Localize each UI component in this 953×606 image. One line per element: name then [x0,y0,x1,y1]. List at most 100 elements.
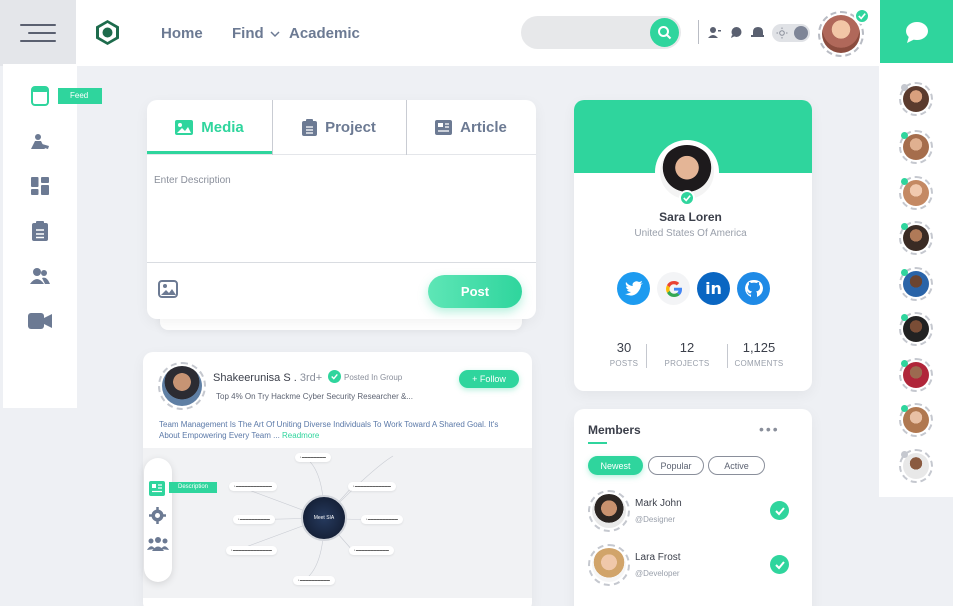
top-bar: Home Find Academic [0,0,880,66]
chat-bubble-icon [905,21,928,43]
online-users-sidebar [879,63,953,497]
mindmap-node: ▪ ▬▬▬▬▬▬▬▬▬▬▬ [349,546,394,555]
description-icon[interactable] [149,481,165,496]
members-title: Members [588,423,641,437]
online-user-avatar[interactable] [899,358,933,392]
online-user-avatar[interactable] [899,267,933,301]
tab-media-label: Media [201,119,244,136]
check-icon[interactable] [770,555,789,574]
description-input[interactable]: Enter Description [154,175,231,186]
feed-tooltip: Feed [58,88,103,104]
stat-projects: 12 PROJECTS [662,340,712,368]
search-input[interactable] [521,16,681,49]
mindmap-node: ▪ ▬▬▬▬▬▬▬▬▬▬ [293,576,335,585]
member-role: @Developer [635,569,680,578]
more-options-icon[interactable]: ••• [759,421,780,437]
online-user-avatar[interactable] [899,221,933,255]
mindmap-node: ▪ ▬▬▬▬▬▬▬▬▬▬▬▬ [229,482,277,491]
toggle-knob [794,26,808,40]
user-icon[interactable] [708,26,721,39]
online-user-avatar[interactable] [899,403,933,437]
member-name: Mark John [635,498,682,509]
stat-value: 30 [616,340,632,355]
menu-toggle-button[interactable] [0,0,76,66]
stat-posts: 30 POSTS [604,340,644,368]
check-icon[interactable] [770,501,789,520]
online-user-avatar[interactable] [899,130,933,164]
filter-active-button[interactable]: Active [708,456,765,475]
nav-academic-link[interactable]: Academic [289,25,360,42]
member-row[interactable]: Mark John @Designer [588,490,798,534]
stat-label: POSTS [609,359,639,368]
divider [698,20,699,44]
online-user-avatar[interactable] [899,312,933,346]
connection-degree: 3rd+ [299,372,323,384]
readmore-link[interactable]: Readmore [282,431,319,440]
nav-find-label: Find [232,25,264,42]
member-row[interactable]: Lara Frost @Developer [588,544,798,588]
sidebar-item-people[interactable] [27,263,53,289]
sun-icon [776,27,788,39]
settings-icon[interactable] [149,507,166,524]
tab-article[interactable]: Article [406,100,536,155]
follow-button[interactable]: + Follow [459,370,519,388]
article-icon [435,120,453,135]
filter-popular-button[interactable]: Popular [648,456,704,475]
check-icon [328,370,341,383]
linkedin-icon[interactable]: in [697,272,730,305]
mindmap-node: ▪ ▬▬▬▬▬▬▬▬▬▬▬▬ [348,482,396,491]
nav-find-link[interactable]: Find [232,25,280,42]
chat-icon[interactable] [730,26,743,39]
theme-toggle[interactable] [772,24,810,42]
profile-avatar[interactable] [655,140,719,206]
online-user-avatar[interactable] [899,176,933,210]
search-button[interactable] [650,18,679,47]
tab-article-label: Article [460,119,507,136]
post-media-mindmap[interactable]: ▪ ▬▬▬▬▬▬▬▬ ▪ ▬▬▬▬▬▬▬▬▬▬▬▬ ▪ ▬▬▬▬▬▬▬▬▬▬▬▬… [143,448,532,598]
sidebar-item-academic[interactable] [27,128,53,154]
filter-newest-button[interactable]: Newest [588,456,643,475]
google-icon[interactable] [657,272,690,305]
sidebar-item-video[interactable] [27,308,53,334]
profile-name: Sara Loren [659,210,722,224]
group-icon[interactable] [147,536,169,551]
notification-icon[interactable] [751,26,764,39]
post-text: Team Management Is The Art Of Uniting Di… [159,419,519,441]
left-sidebar [3,64,77,408]
video-icon [28,313,52,329]
tab-project-label: Project [325,119,376,136]
verified-badge-icon [679,190,695,206]
active-tab-indicator [147,151,272,154]
post-composer: Media Project Article Enter Description … [147,100,536,319]
sidebar-item-dashboard[interactable] [27,173,53,199]
people-icon [30,268,50,284]
github-icon[interactable] [737,272,770,305]
stat-value: 1,125 [742,340,776,355]
members-card: Members ••• Newest Popular Active Mark J… [574,409,812,606]
hamburger-icon [20,18,56,48]
sidebar-item-tasks[interactable] [27,218,53,244]
academic-icon [31,134,49,149]
attach-image-icon[interactable] [158,280,178,298]
sidebar-item-feed[interactable] [27,83,53,109]
online-user-avatar[interactable] [899,449,933,483]
online-user-avatar[interactable] [899,82,933,116]
twitter-icon[interactable] [617,272,650,305]
stat-comments: 1,125 COMMENTS [732,340,786,368]
author-avatar[interactable] [158,362,206,410]
author-name[interactable]: Shakeerunisa S . 3rd+ [213,372,322,384]
nav-home-link[interactable]: Home [161,25,203,42]
tab-project[interactable]: Project [272,100,406,155]
current-user-avatar[interactable] [818,8,870,57]
member-name: Lara Frost [635,552,681,563]
tab-media[interactable]: Media [147,100,272,155]
logo-icon[interactable] [94,19,121,46]
post-button[interactable]: Post [428,275,522,308]
messages-button[interactable] [880,0,953,63]
author-name-text: Shakeerunisa S . [213,372,297,384]
stat-label: COMMENTS [734,359,784,368]
divider [646,344,647,368]
image-icon [175,120,194,135]
clipboard-icon [32,221,48,241]
post-tools-pill [144,458,172,582]
